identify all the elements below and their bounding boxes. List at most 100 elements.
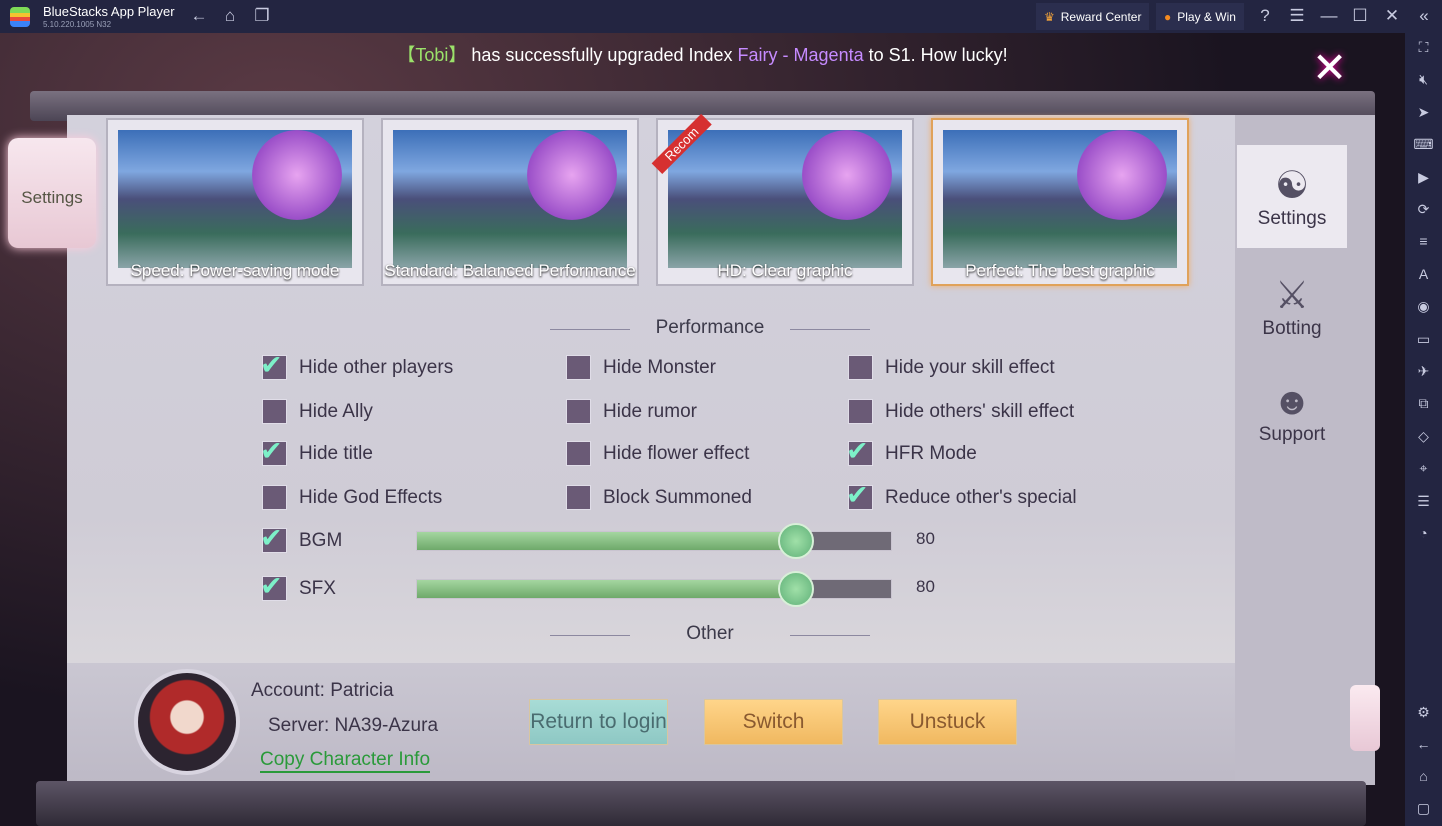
- option-checkbox[interactable]: Hide flower effect: [566, 441, 749, 466]
- play-win-label: Play & Win: [1177, 9, 1236, 24]
- yin-yang-gear-icon: ☯: [1274, 165, 1310, 207]
- checkbox[interactable]: [848, 355, 873, 380]
- preset-label: Perfect: The best graphic: [965, 261, 1155, 280]
- pointer-icon[interactable]: ➤: [1413, 102, 1434, 123]
- maximize-icon[interactable]: ☐: [1349, 6, 1371, 26]
- rotate-icon[interactable]: ⟳: [1413, 199, 1434, 220]
- graphics-preset[interactable]: Speed: Power-saving mode: [106, 118, 364, 286]
- crown-icon: ♛: [1044, 9, 1055, 24]
- recents-icon[interactable]: ▢: [1413, 798, 1434, 819]
- checkbox[interactable]: [848, 399, 873, 424]
- sfx-volume-slider[interactable]: [416, 571, 892, 607]
- tab-support-label: Support: [1258, 424, 1326, 445]
- account-info: Account: Patricia: [251, 680, 394, 702]
- checkbox[interactable]: [566, 355, 591, 380]
- graphics-preset[interactable]: Perfect: The best graphic: [931, 118, 1189, 286]
- tab-botting-label: Botting: [1262, 318, 1322, 339]
- multi-instance-icon[interactable]: ⧉: [1413, 393, 1434, 414]
- option-checkbox[interactable]: Hide others' skill effect: [848, 399, 1074, 424]
- slider-knob[interactable]: [778, 523, 815, 559]
- checkbox[interactable]: [260, 350, 287, 381]
- server-info: Server: NA39-Azura: [268, 715, 438, 737]
- settings-scroll-label: Settings: [21, 188, 83, 207]
- option-checkbox[interactable]: HFR Mode: [846, 436, 977, 467]
- close-settings-icon[interactable]: ✕: [1312, 43, 1347, 92]
- volume-mute-icon[interactable]: 🔇︎: [1413, 69, 1434, 90]
- home-icon[interactable]: ⌂: [219, 6, 241, 26]
- option-checkbox[interactable]: Hide rumor: [566, 399, 697, 424]
- sync-icon[interactable]: ◔: [1413, 523, 1434, 544]
- option-checkbox[interactable]: Hide your skill effect: [848, 355, 1055, 380]
- preset-label: HD: Clear graphic: [717, 261, 853, 280]
- slider-fill: [417, 532, 797, 550]
- checkbox[interactable]: [566, 399, 591, 424]
- lantern-decoration: [1350, 685, 1380, 751]
- bgm-volume-slider[interactable]: [416, 523, 892, 559]
- play-win-button[interactable]: ● Play & Win: [1156, 3, 1244, 30]
- option-checkbox[interactable]: Hide God Effects: [262, 485, 442, 510]
- bgm-toggle[interactable]: BGM: [260, 523, 342, 554]
- option-label: Hide your skill effect: [885, 356, 1055, 378]
- copy-character-info-link[interactable]: Copy Character Info: [260, 749, 431, 773]
- return-to-login-button[interactable]: Return to login: [529, 699, 668, 745]
- switch-button[interactable]: Switch: [704, 699, 843, 745]
- menu-icon[interactable]: ☰: [1286, 6, 1308, 26]
- slider-knob[interactable]: [778, 571, 815, 607]
- performance-icon[interactable]: ≡: [1413, 231, 1434, 252]
- account-label: Account:: [251, 680, 325, 701]
- tab-settings[interactable]: ☯ Settings: [1237, 145, 1347, 248]
- macro-play-icon[interactable]: ▶: [1413, 167, 1434, 188]
- slider-value: 80: [916, 577, 935, 596]
- layers-icon[interactable]: ☰: [1413, 491, 1434, 512]
- slider-fill: [417, 580, 797, 598]
- option-checkbox[interactable]: Hide Ally: [262, 399, 373, 424]
- option-checkbox[interactable]: Reduce other's special: [846, 480, 1077, 511]
- screenshot-icon[interactable]: ◉: [1413, 296, 1434, 317]
- option-checkbox[interactable]: Hide title: [260, 436, 373, 467]
- folder-icon[interactable]: ▭: [1413, 329, 1434, 350]
- preset-label: Speed: Power-saving mode: [130, 261, 340, 280]
- settings-icon[interactable]: ⚙: [1413, 702, 1434, 723]
- right-toolbar: ⛶ 🔇︎ ➤ ⌨ ▶ ⟳ ≡ A ◉ ▭ ✈ ⧉ ◇ ⌖ ☰ ◔ ⚙ ← ⌂ ▢: [1405, 33, 1442, 826]
- keyboard-icon[interactable]: ⌨: [1413, 134, 1434, 155]
- back-icon[interactable]: ←: [1413, 734, 1434, 755]
- checkbox[interactable]: [566, 441, 591, 466]
- option-checkbox[interactable]: Hide Monster: [566, 355, 716, 380]
- checkbox[interactable]: [260, 523, 287, 554]
- collapse-sidebar-icon[interactable]: «: [1413, 6, 1435, 26]
- back-arrow-icon[interactable]: ←: [188, 6, 210, 26]
- slider-label: SFX: [299, 577, 336, 599]
- preset-thumbnail: [943, 130, 1177, 268]
- graphics-preset[interactable]: Recom HD: Clear graphic: [651, 113, 914, 286]
- checkbox[interactable]: [260, 436, 287, 467]
- close-icon[interactable]: ✕: [1381, 6, 1403, 26]
- option-checkbox[interactable]: Block Summoned: [566, 485, 752, 510]
- install-apk-icon[interactable]: A: [1413, 264, 1434, 285]
- option-label: HFR Mode: [885, 442, 977, 464]
- checkbox[interactable]: [846, 436, 873, 467]
- checkbox[interactable]: [260, 571, 287, 602]
- option-checkbox[interactable]: Hide other players: [260, 350, 453, 381]
- eco-mode-icon[interactable]: ◇: [1413, 426, 1434, 447]
- announcement-banner: 【Tobi】 has successfully upgraded Index F…: [0, 41, 1405, 67]
- checkbox[interactable]: [566, 485, 591, 510]
- tab-botting[interactable]: ⚔ Botting: [1237, 253, 1347, 356]
- avatar[interactable]: [134, 669, 240, 775]
- multi-window-icon[interactable]: ❐: [251, 6, 273, 26]
- minimize-icon[interactable]: —: [1318, 6, 1340, 26]
- graphics-preset[interactable]: Standard: Balanced Performance: [381, 118, 639, 286]
- banner-text: has successfully upgraded Index: [466, 45, 738, 65]
- checkbox[interactable]: [846, 480, 873, 511]
- checkbox[interactable]: [262, 485, 287, 510]
- unstuck-button[interactable]: Unstuck: [878, 699, 1017, 745]
- home-icon[interactable]: ⌂: [1413, 766, 1434, 787]
- reward-center-button[interactable]: ♛ Reward Center: [1036, 3, 1150, 30]
- location-icon[interactable]: ⌖: [1413, 458, 1434, 479]
- checkbox[interactable]: [262, 399, 287, 424]
- sfx-toggle[interactable]: SFX: [260, 571, 336, 602]
- option-label: Block Summoned: [603, 486, 752, 508]
- help-icon[interactable]: ?: [1254, 6, 1276, 26]
- fullscreen-icon[interactable]: ⛶: [1413, 37, 1434, 58]
- tab-support[interactable]: ☻ Support: [1237, 363, 1347, 466]
- airplane-mode-icon[interactable]: ✈: [1413, 361, 1434, 382]
